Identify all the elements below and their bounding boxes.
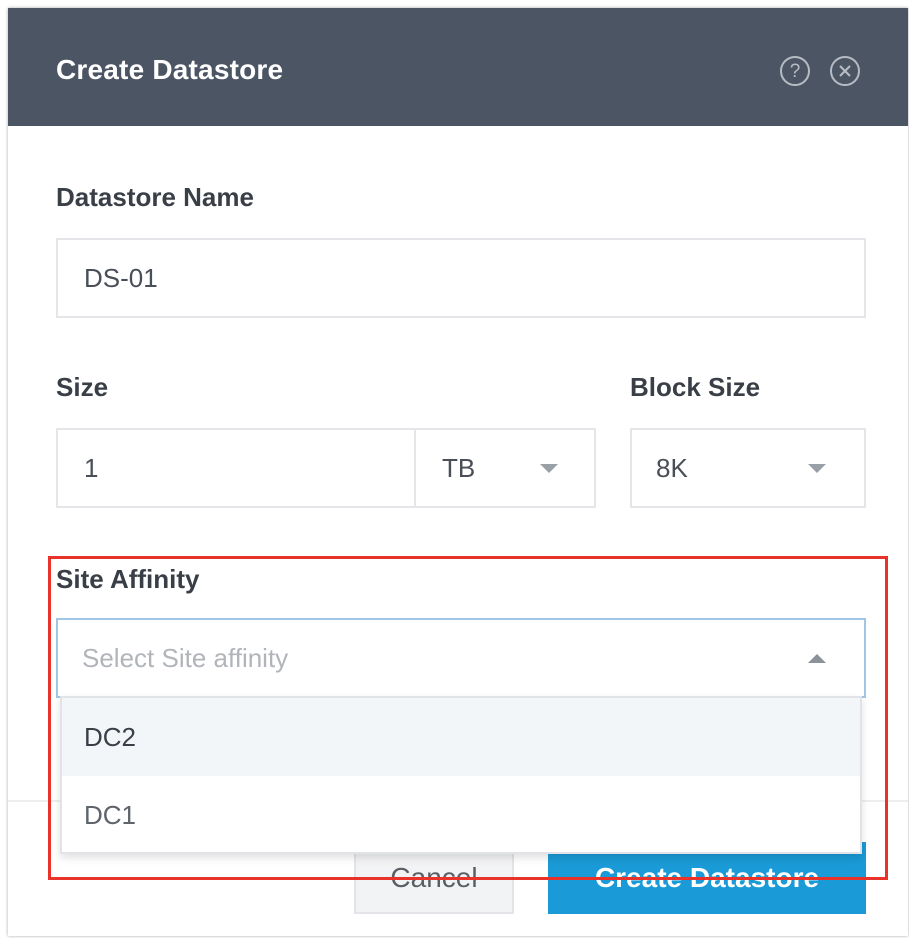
chevron-up-icon (808, 654, 826, 663)
site-affinity-select[interactable]: Select Site affinity (56, 618, 866, 698)
close-icon[interactable] (830, 56, 860, 86)
datastore-name-input[interactable]: DS-01 (56, 238, 866, 318)
size-unit-select[interactable]: TB (414, 428, 596, 508)
site-affinity-option-dc1[interactable]: DC1 (62, 776, 860, 854)
size-label: Size (56, 372, 109, 402)
block-size-value: 8K (656, 452, 688, 483)
chevron-down-icon (808, 464, 826, 473)
help-icon[interactable]: ? (780, 56, 810, 86)
site-affinity-option-dc2[interactable]: DC2 (62, 698, 860, 776)
size-input[interactable]: 1 (56, 428, 416, 508)
site-affinity-label: Site Affinity (56, 564, 200, 594)
datastore-name-value: DS-01 (84, 262, 158, 293)
site-affinity-dropdown: DC2 DC1 (60, 696, 862, 854)
size-value: 1 (84, 452, 99, 483)
datastore-name-label: Datastore Name (56, 182, 254, 212)
dialog-title: Create Datastore (56, 54, 284, 85)
block-size-label: Block Size (630, 372, 761, 402)
chevron-down-icon (540, 464, 558, 473)
site-affinity-placeholder: Select Site affinity (82, 642, 289, 673)
size-unit-value: TB (442, 452, 476, 483)
dialog-header: Create Datastore ? (8, 8, 908, 126)
create-datastore-dialog: Create Datastore ? Datastore Name DS-01 … (8, 8, 908, 936)
block-size-select[interactable]: 8K (630, 428, 866, 508)
